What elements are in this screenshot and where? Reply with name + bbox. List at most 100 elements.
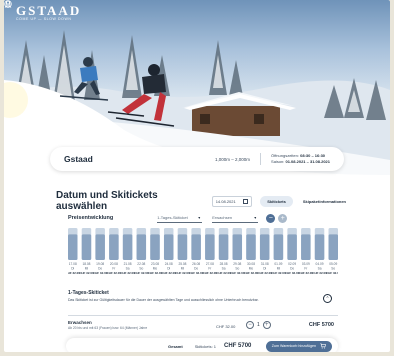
globe-icon[interactable] — [4, 0, 360, 17]
price-bar[interactable] — [191, 234, 201, 260]
date-tick-label: 21.08 — [124, 262, 132, 266]
price-tick-label: CHF 32.00 — [107, 271, 122, 275]
price-tick-label: CHF 32.00 — [312, 271, 327, 275]
user-icon[interactable] — [4, 0, 378, 17]
date-tick-label: 23.08 — [151, 262, 159, 266]
price-bar[interactable] — [205, 234, 215, 260]
price-tick-label: CHF 32.00 — [244, 271, 259, 275]
price-bar[interactable] — [122, 234, 133, 260]
ticket-type-value: 1-Tages-Skiticket — [157, 215, 188, 220]
date-tick-label: 27.08 — [206, 262, 214, 266]
weekday-tick-label: Sa — [318, 267, 322, 271]
ticket-panel: 1-Tages-Skiticket Das Skiticket ist zur … — [68, 290, 338, 330]
chevron-down-icon: ▾ — [198, 215, 201, 220]
date-tick-label: 02.09 — [288, 262, 296, 266]
date-tick-label: 31.08 — [261, 262, 269, 266]
calendar-icon[interactable] — [243, 198, 249, 204]
person-category-description: Ab 20 bis und mit 63 (Frauen) bzw. 64 (M… — [68, 326, 148, 330]
price-bar[interactable] — [150, 234, 160, 260]
row-total: CHF 5700 — [308, 322, 334, 328]
price-tick-label: CHF 32.00 — [326, 271, 338, 275]
date-tick-label: 22.08 — [137, 262, 145, 266]
price-bar[interactable] — [328, 234, 339, 260]
ticket-divider — [68, 315, 338, 316]
weekday-tick-label: Mo — [153, 267, 158, 271]
price-bar[interactable] — [68, 234, 78, 260]
date-value: 14.08.2021 — [215, 198, 236, 204]
minus-button[interactable]: − — [266, 213, 276, 223]
ticket-title: 1-Tages-Skiticket — [68, 290, 109, 296]
page-frame: GSTAAD COME UP — SLOW DOWN Gstaad 1,000m… — [4, 0, 390, 352]
price-tick-label: CHF 32.00 — [216, 271, 231, 275]
collapse-button[interactable]: ⌃ — [323, 294, 332, 303]
price-bar[interactable] — [314, 234, 325, 260]
add-to-cart-button[interactable]: Zum Warenkorb hinzufügen — [265, 340, 332, 352]
price-bar[interactable] — [95, 234, 105, 260]
increase-button[interactable]: + — [262, 321, 271, 329]
ticket-row-adult: Erwachsen Ab 20 bis und mit 63 (Frauen) … — [68, 320, 338, 336]
decrease-button[interactable]: − — [246, 321, 254, 329]
date-tick-label: 20.08 — [110, 262, 118, 266]
price-tick-label: CHF 32.00 — [203, 271, 218, 275]
logo-tagline: COME UP — SLOW DOWN — [16, 17, 72, 21]
date-tick-label: 18.08 — [82, 262, 90, 266]
destination-name: Gstaad — [64, 154, 93, 164]
date-input[interactable]: 14.08.2021 — [211, 195, 253, 207]
date-tick-label: 04.09 — [316, 262, 324, 266]
chart-title: Preisentwicklung — [68, 215, 114, 221]
date-tick-label: 28.08 — [220, 262, 228, 266]
price-bar[interactable] — [232, 234, 243, 260]
price-tick-label: CHF 32.00 — [134, 271, 149, 275]
date-tick-label: 26.08 — [192, 262, 200, 266]
weekday-tick-label: Mi — [85, 267, 89, 271]
price-bar[interactable] — [246, 234, 256, 260]
price-bar[interactable] — [163, 234, 174, 260]
price-bar[interactable] — [177, 234, 188, 260]
weekday-tick-label: Do — [98, 267, 102, 271]
unit-price: CHF 32.00 — [216, 324, 236, 329]
season-label: Saison: — [271, 159, 285, 164]
section-title: Datum und Skitickets auswählen — [56, 190, 158, 212]
weekday-tick-label: Mi — [181, 267, 185, 271]
ticket-type-select[interactable]: 1-Tages-Skiticket ▾ — [157, 214, 203, 223]
price-bar-chart: 17.08DiCHF 32.0018.08MiCHF 32.0019.08DoC… — [68, 228, 339, 275]
weekday-tick-label: Fr — [304, 267, 308, 271]
price-bar[interactable] — [301, 234, 311, 260]
price-tick-label: CHF 32.00 — [175, 271, 190, 275]
quantity-stepper: − 1 + — [246, 321, 271, 329]
weekday-tick-label: Do — [194, 267, 198, 271]
total-label: Gesamt — [168, 343, 183, 349]
price-tick-label: CHF 32.00 — [79, 271, 94, 275]
price-bar[interactable] — [218, 234, 229, 260]
price-tick-label: CHF 32.00 — [93, 271, 108, 275]
date-tick-label: 01.09 — [274, 262, 282, 266]
skipackage-info-link[interactable]: Skipaketinformationen — [303, 199, 346, 204]
plus-button[interactable]: + — [278, 213, 288, 223]
price-tick-label: CHF 32.00 — [148, 271, 163, 275]
date-tick-label: 30.08 — [247, 262, 255, 266]
skitickets-button[interactable]: Skitickets — [260, 195, 293, 207]
gstaad-logo[interactable]: GSTAAD COME UP — SLOW DOWN — [16, 4, 81, 21]
price-tick-label: CHF 32.00 — [271, 271, 286, 275]
price-bar[interactable] — [81, 234, 92, 260]
weekday-tick-label: Sa — [126, 267, 130, 271]
weekday-tick-label: Mo — [249, 267, 254, 271]
price-bar[interactable] — [273, 234, 284, 260]
weekday-tick-label: Sa — [222, 267, 226, 271]
price-tick-label: CHF 32.00 — [257, 271, 272, 275]
person-type-select[interactable]: Erwachsen ▾ — [212, 214, 259, 223]
date-tick-label: 29.08 — [233, 262, 241, 266]
price-tick-label: CHF 32.00 — [285, 271, 300, 275]
opening-info: Öffnungszeiten: 08:30 – 16:30 Saison: 01… — [271, 153, 330, 165]
price-bar[interactable] — [259, 234, 270, 260]
price-bar[interactable] — [136, 234, 147, 260]
ticket-description: Das Skiticket ist zur Gültigkeitsdauer f… — [68, 298, 259, 302]
weekday-tick-label: Di — [71, 267, 74, 271]
weekday-tick-label: Do — [290, 267, 294, 271]
ticket-count: Skitickets: 1 — [194, 343, 217, 349]
date-selection-header: Datum und Skitickets auswählen 14.08.202… — [56, 190, 346, 212]
price-tick-label: CHF 32.00 — [230, 271, 245, 275]
price-bar[interactable] — [287, 234, 297, 260]
date-tick-label: 24.08 — [165, 262, 173, 266]
price-bar[interactable] — [109, 234, 119, 260]
